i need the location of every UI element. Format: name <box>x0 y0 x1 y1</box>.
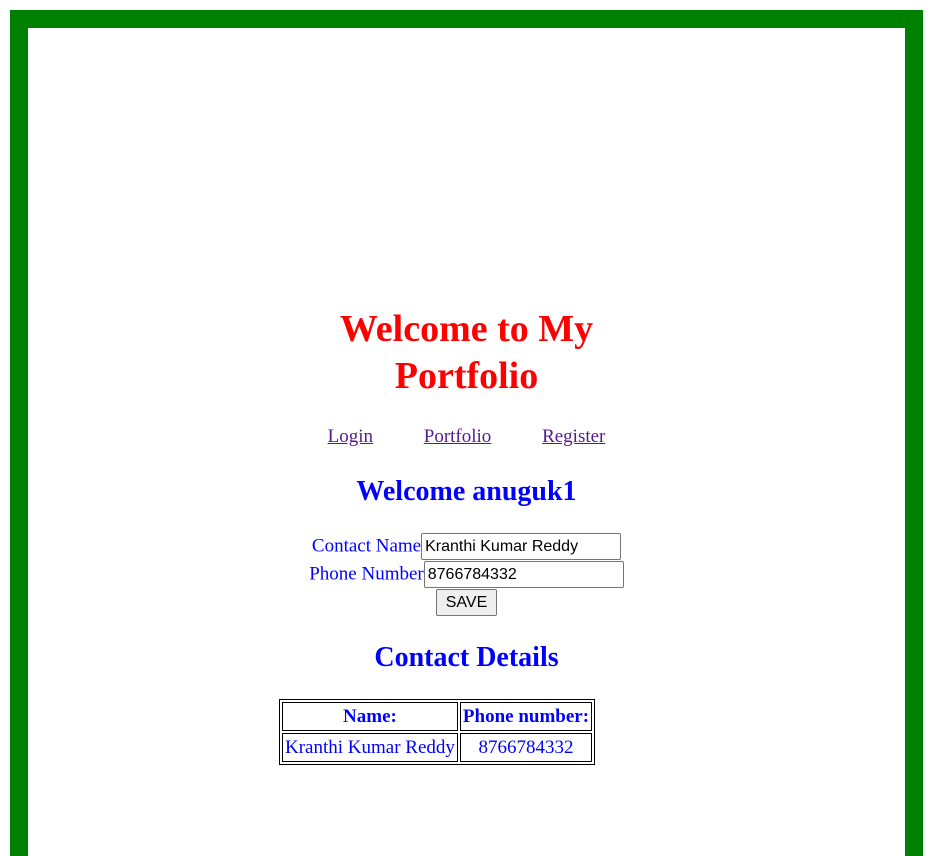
contact-table: Name: Phone number: Kranthi Kumar Reddy … <box>279 699 596 765</box>
welcome-heading: Welcome anuguk1 <box>356 476 577 507</box>
table-header-row: Name: Phone number: <box>282 702 593 731</box>
table-cell-phone: 8766784332 <box>459 733 593 762</box>
save-row: SAVE <box>28 589 905 616</box>
save-button[interactable]: SAVE <box>435 589 498 616</box>
contact-table-wrapper: Name: Phone number: Kranthi Kumar Reddy … <box>279 699 596 765</box>
page-title: Welcome to My Portfolio <box>28 306 905 400</box>
nav-links: Login Portfolio Register <box>28 425 905 449</box>
page-title-line-1: Welcome to My <box>339 308 594 350</box>
contact-name-row: Contact Name <box>28 533 905 560</box>
phone-number-row: Phone Number <box>28 561 905 588</box>
register-link[interactable]: Register <box>542 426 605 447</box>
login-link[interactable]: Login <box>328 426 373 447</box>
phone-column-header: Phone number: <box>459 702 593 731</box>
phone-number-input[interactable] <box>423 561 624 588</box>
table-row: Kranthi Kumar Reddy 8766784332 <box>282 733 593 762</box>
portfolio-link[interactable]: Portfolio <box>424 426 492 447</box>
name-column-header: Name: <box>282 702 458 731</box>
contact-name-label: Contact Name <box>311 535 422 557</box>
phone-number-label: Phone Number <box>309 563 424 585</box>
page-title-line-2: Portfolio <box>394 355 539 397</box>
page-content: Welcome to My Portfolio Login Portfolio … <box>28 28 905 856</box>
table-cell-name: Kranthi Kumar Reddy <box>282 733 458 762</box>
contact-details-heading: Contact Details <box>374 642 559 673</box>
contact-name-input[interactable] <box>421 533 622 560</box>
